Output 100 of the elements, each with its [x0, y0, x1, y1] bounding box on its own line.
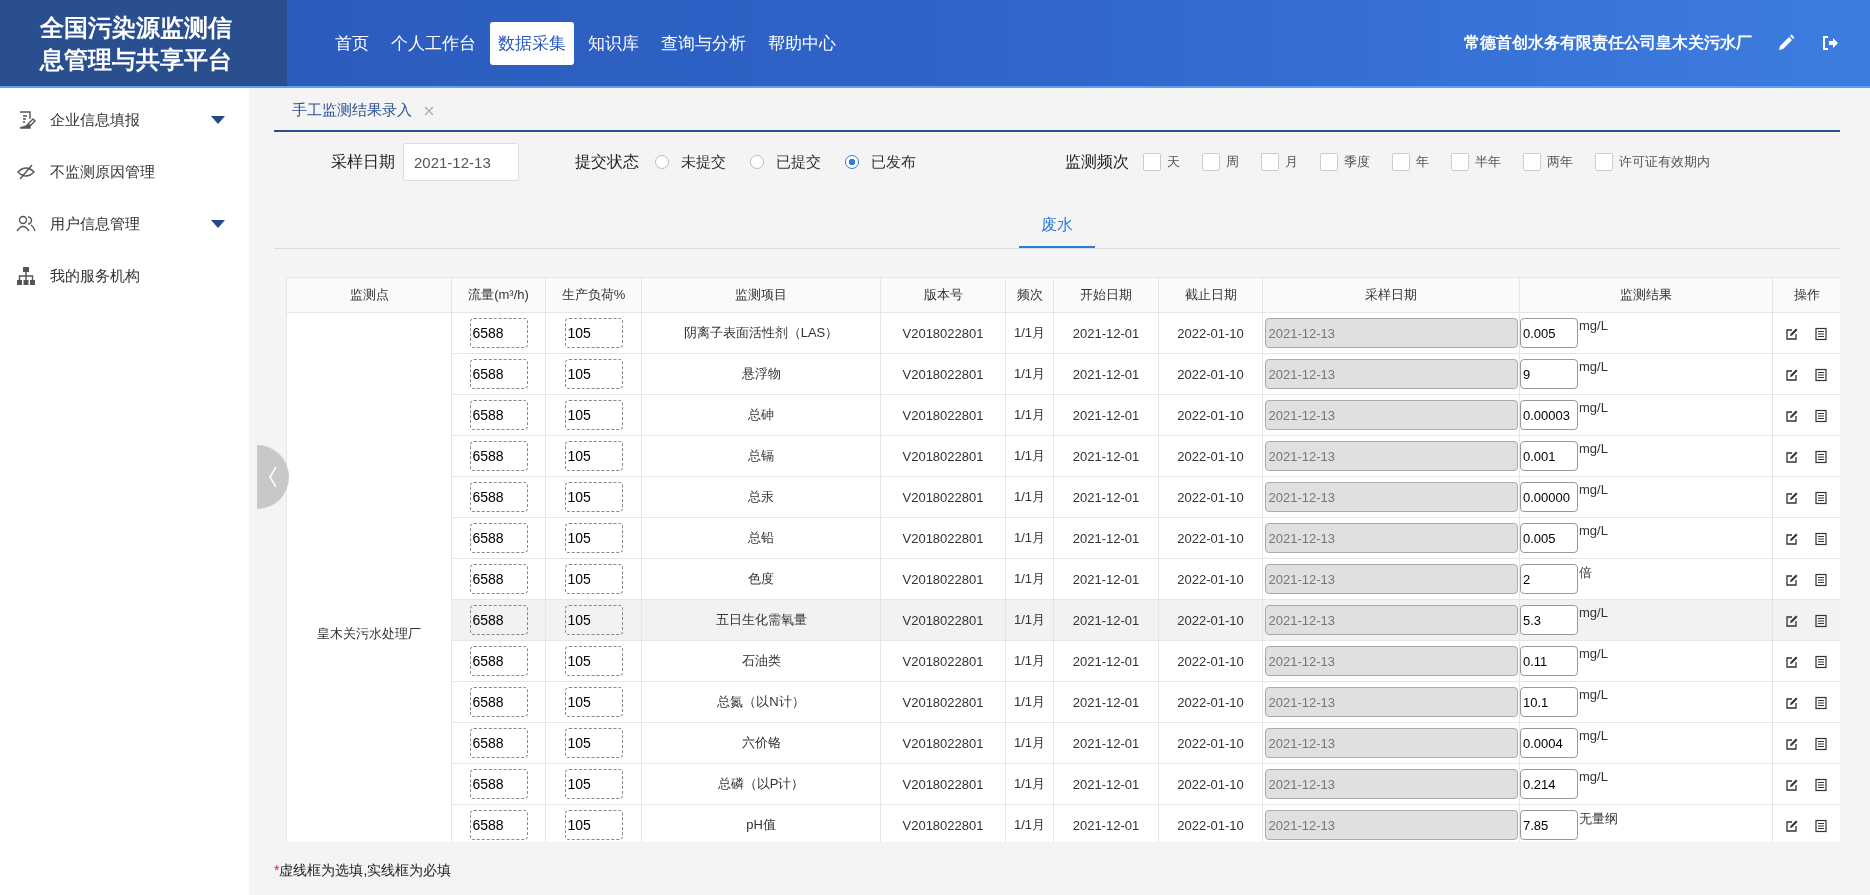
sample-date-field[interactable]: 2021-12-13: [1264, 687, 1518, 717]
result-field[interactable]: 5.3: [1520, 605, 1578, 635]
radio-button[interactable]: [845, 155, 859, 169]
edit-icon[interactable]: [1784, 531, 1799, 546]
flow-field[interactable]: 6588: [469, 359, 528, 389]
nav-tab[interactable]: 知识库: [580, 21, 647, 65]
flow-field[interactable]: 6588: [469, 318, 528, 348]
edit-icon[interactable]: [1784, 367, 1799, 382]
load-field[interactable]: 105: [564, 605, 623, 635]
checkbox-option[interactable]: 月: [1261, 153, 1298, 171]
document-icon[interactable]: [1814, 531, 1829, 546]
document-icon[interactable]: [1814, 654, 1829, 669]
result-field[interactable]: 0.00003: [1520, 400, 1578, 430]
load-field[interactable]: 105: [564, 769, 623, 799]
checkbox[interactable]: [1320, 153, 1338, 171]
edit-icon[interactable]: [1784, 654, 1799, 669]
load-field[interactable]: 105: [564, 646, 623, 676]
edit-icon[interactable]: [1784, 777, 1799, 792]
sample-date-field[interactable]: 2021-12-13: [1264, 400, 1518, 430]
edit-icon[interactable]: [1784, 613, 1799, 628]
radio-button[interactable]: [655, 155, 669, 169]
page-tab[interactable]: 手工监测结果录入: [274, 101, 452, 130]
checkbox-option[interactable]: 季度: [1320, 153, 1370, 171]
nav-tab[interactable]: 首页: [327, 21, 377, 65]
result-field[interactable]: 0.001: [1520, 441, 1578, 471]
checkbox[interactable]: [1261, 153, 1279, 171]
document-icon[interactable]: [1814, 490, 1829, 505]
load-field[interactable]: 105: [564, 523, 623, 553]
document-icon[interactable]: [1814, 777, 1829, 792]
sample-date-field[interactable]: 2021-12-13: [1264, 605, 1518, 635]
checkbox[interactable]: [1523, 153, 1541, 171]
checkbox-option[interactable]: 许可证有效期内: [1595, 153, 1710, 171]
sample-date-field[interactable]: 2021-12-13: [1264, 482, 1518, 512]
result-field[interactable]: 9: [1520, 359, 1578, 389]
result-field[interactable]: 7.85: [1520, 810, 1578, 840]
document-icon[interactable]: [1814, 695, 1829, 710]
sample-date-field[interactable]: 2021-12-13: [1264, 441, 1518, 471]
flow-field[interactable]: 6588: [469, 646, 528, 676]
radio-option[interactable]: 未提交: [655, 152, 726, 172]
document-icon[interactable]: [1814, 736, 1829, 751]
date-field[interactable]: 2021-12-13: [403, 143, 519, 181]
load-field[interactable]: 105: [564, 564, 623, 594]
flow-field[interactable]: 6588: [469, 810, 528, 840]
checkbox[interactable]: [1392, 153, 1410, 171]
result-field[interactable]: 0.11: [1520, 646, 1578, 676]
document-icon[interactable]: [1814, 326, 1829, 341]
checkbox-option[interactable]: 两年: [1523, 153, 1573, 171]
result-field[interactable]: 2: [1520, 564, 1578, 594]
result-field[interactable]: 0.00000: [1520, 482, 1578, 512]
document-icon[interactable]: [1814, 572, 1829, 587]
load-field[interactable]: 105: [564, 359, 623, 389]
radio-option[interactable]: 已发布: [845, 152, 916, 172]
checkbox-option[interactable]: 半年: [1451, 153, 1501, 171]
checkbox-option[interactable]: 天: [1143, 153, 1180, 171]
sample-date-field[interactable]: 2021-12-13: [1264, 728, 1518, 758]
edit-icon[interactable]: [1784, 572, 1799, 587]
sample-date-field[interactable]: 2021-12-13: [1264, 564, 1518, 594]
logout-icon[interactable]: [1820, 33, 1840, 53]
sidebar-item[interactable]: 不监测原因管理: [0, 146, 249, 198]
load-field[interactable]: 105: [564, 728, 623, 758]
sidebar-item[interactable]: 用户信息管理: [0, 198, 249, 250]
edit-icon[interactable]: [1784, 736, 1799, 751]
edit-icon[interactable]: [1784, 326, 1799, 341]
load-field[interactable]: 105: [564, 400, 623, 430]
sample-date-field[interactable]: 2021-12-13: [1264, 359, 1518, 389]
document-icon[interactable]: [1814, 367, 1829, 382]
document-icon[interactable]: [1814, 818, 1829, 833]
nav-tab[interactable]: 帮助中心: [760, 21, 844, 65]
checkbox[interactable]: [1143, 153, 1161, 171]
checkbox[interactable]: [1595, 153, 1613, 171]
flow-field[interactable]: 6588: [469, 441, 528, 471]
flow-field[interactable]: 6588: [469, 769, 528, 799]
result-field[interactable]: 0.005: [1520, 523, 1578, 553]
load-field[interactable]: 105: [564, 441, 623, 471]
sidebar-item[interactable]: 企业信息填报: [0, 94, 249, 146]
edit-icon[interactable]: [1784, 695, 1799, 710]
flow-field[interactable]: 6588: [469, 564, 528, 594]
result-field[interactable]: 0.214: [1520, 769, 1578, 799]
checkbox[interactable]: [1451, 153, 1469, 171]
result-field[interactable]: 0.005: [1520, 318, 1578, 348]
nav-tab[interactable]: 数据采集: [490, 21, 574, 65]
edit-icon[interactable]: [1784, 408, 1799, 423]
load-field[interactable]: 105: [564, 318, 623, 348]
nav-tab[interactable]: 查询与分析: [653, 21, 754, 65]
result-field[interactable]: 10.1: [1520, 687, 1578, 717]
checkbox[interactable]: [1202, 153, 1220, 171]
sample-date-field[interactable]: 2021-12-13: [1264, 810, 1518, 840]
flow-field[interactable]: 6588: [469, 400, 528, 430]
flow-field[interactable]: 6588: [469, 482, 528, 512]
sample-date-field[interactable]: 2021-12-13: [1264, 523, 1518, 553]
sample-date-field[interactable]: 2021-12-13: [1264, 769, 1518, 799]
document-icon[interactable]: [1814, 613, 1829, 628]
flow-field[interactable]: 6588: [469, 605, 528, 635]
pencil-icon[interactable]: [1776, 33, 1796, 53]
result-field[interactable]: 0.0004: [1520, 728, 1578, 758]
load-field[interactable]: 105: [564, 687, 623, 717]
nav-tab[interactable]: 个人工作台: [383, 21, 484, 65]
checkbox-option[interactable]: 年: [1392, 153, 1429, 171]
edit-icon[interactable]: [1784, 449, 1799, 464]
sample-date-field[interactable]: 2021-12-13: [1264, 646, 1518, 676]
